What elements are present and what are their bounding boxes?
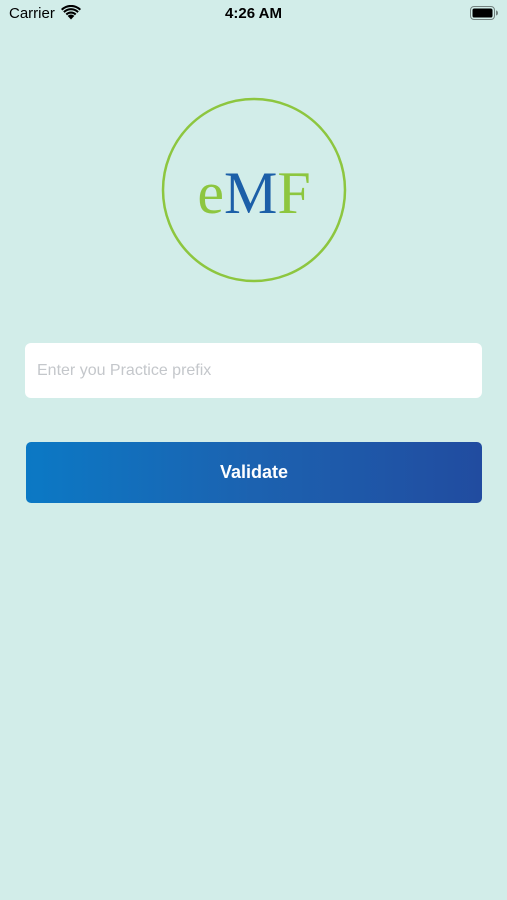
emf-logo: eMF (161, 97, 347, 283)
logo-text: eMF (197, 160, 310, 226)
status-time: 4:26 AM (225, 5, 282, 22)
battery-icon (470, 6, 498, 20)
validate-button[interactable]: Validate (26, 442, 482, 503)
status-bar: Carrier 4:26 AM (0, 0, 507, 28)
practice-prefix-input[interactable] (25, 343, 482, 398)
